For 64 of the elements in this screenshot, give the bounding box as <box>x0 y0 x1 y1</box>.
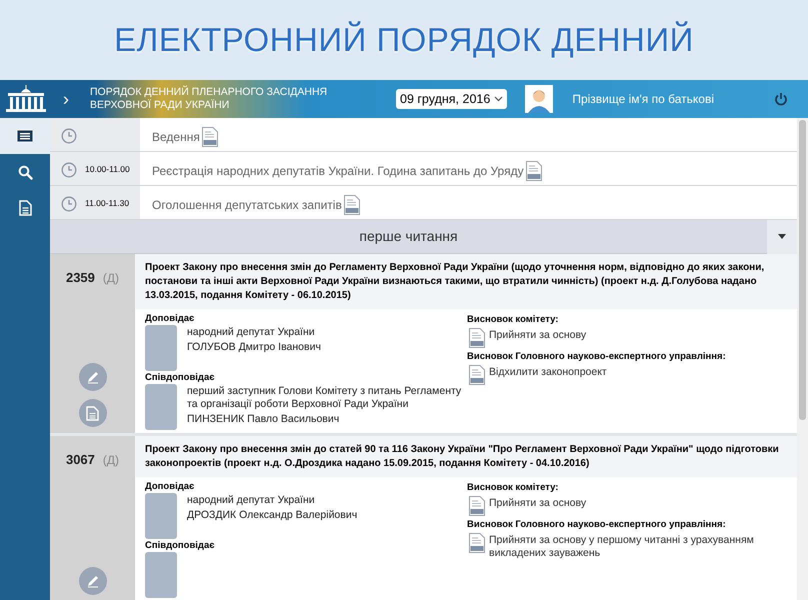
sidebar-tab[interactable] <box>0 118 50 154</box>
edit-button[interactable] <box>78 567 106 595</box>
dropdown-toggle[interactable] <box>767 220 797 254</box>
conclusion-heading: Висновок комітету: <box>467 314 560 326</box>
bill-tag: (Д) <box>102 269 120 287</box>
document-icon <box>86 406 99 420</box>
power-icon[interactable] <box>774 92 788 106</box>
conclusion-heading: Висновок комітету: <box>467 482 560 494</box>
time-range: 10.00-11.00 <box>85 163 130 176</box>
bill-number: 3067 <box>66 451 95 469</box>
chevron-down-icon <box>494 96 504 102</box>
conclusion-text[interactable]: Прийняти за основу <box>489 328 779 348</box>
clock-icon <box>61 162 77 178</box>
photo-placeholder <box>145 384 177 430</box>
speaker-position: народний депутат України <box>187 326 316 339</box>
doc-file-icon[interactable] <box>469 496 485 516</box>
speaker-role: Доповідає <box>145 481 196 493</box>
clock-icon <box>61 196 77 212</box>
speaker-role: Доповідає <box>145 313 196 325</box>
agenda-item-title[interactable]: Оголошення депутатських запитів <box>152 196 342 214</box>
section-title: перше читання <box>358 227 459 246</box>
doc-file-icon[interactable] <box>344 194 360 214</box>
time-range: 11.00-11.30 <box>85 197 130 210</box>
speaker-role: Співдоповідає <box>145 540 216 552</box>
conclusion-heading: Висновок Головного науково-експертного управління: <box>467 519 727 531</box>
bill-number: 2359 <box>66 269 95 287</box>
search-icon <box>18 164 32 180</box>
user-avatar-icon <box>525 85 554 113</box>
photo-placeholder <box>145 325 177 371</box>
doc-file-icon[interactable] <box>469 328 485 348</box>
document-icon <box>18 200 32 216</box>
photo-placeholder <box>145 493 177 539</box>
doc-file-icon[interactable] <box>202 126 218 146</box>
date-dropdown[interactable]: 09 грудня, 2016 <box>396 89 508 109</box>
agenda-item-title[interactable]: Реєстрація народних депутатів України. Година запитань до Уряду <box>152 162 524 180</box>
speaker-role: Співдоповідає <box>145 372 216 384</box>
photo-placeholder <box>145 552 177 598</box>
pencil-icon <box>86 370 100 384</box>
speaker-name: ГОЛУБОВ Дмитро Іванович <box>187 341 322 354</box>
conclusion-text[interactable]: Відхилити законопроект <box>489 365 779 385</box>
document-button[interactable] <box>78 399 106 427</box>
bill-title: Проект Закону про внесення змін до статей 90 та 116 Закону України "Про Регламент Верховної Ради України" щодо підготовки законопроектів (проект н.д. О.Дроздика надано 15.09.2015, подання Комітету - 04.10.2016) <box>145 443 780 471</box>
bill-tag: (Д) <box>102 451 120 469</box>
user-name: Прізвище ім'я по батькові <box>572 91 714 108</box>
conclusion-text[interactable]: Прийняти за основу у першому читанні з урахуванням викладених зауважень <box>489 533 779 560</box>
doc-file-icon[interactable] <box>469 365 485 385</box>
doc-file-icon[interactable] <box>526 160 542 180</box>
caret-down-icon <box>778 234 786 239</box>
scrollbar-thumb[interactable] <box>799 120 806 420</box>
speaker-name: ПИНЗЕНИК Павло Васильович <box>187 413 340 426</box>
conclusion-text[interactable]: Прийняти за основу <box>489 496 779 516</box>
speaker-position: перший заступник Голови Комітету з питань Регламенту та організації роботи Верховної Ради України <box>187 385 462 411</box>
agenda-item-title[interactable]: Ведення <box>152 128 200 146</box>
speaker-position: народний депутат України <box>187 494 316 507</box>
session-title: ПОРЯДОК ДЕННИЙ ПЛЕНАРНОГО ЗАСІДАННЯ ВЕРХОВНОЇ РАДИ УКРАЇНИ <box>90 86 328 112</box>
speaker-name: ДРОЗДИК Олександр Валерійович <box>187 509 358 522</box>
pencil-icon <box>86 574 100 588</box>
list-icon <box>17 130 33 142</box>
expand-arrow[interactable]: › <box>52 90 80 108</box>
conclusion-heading: Висновок Головного науково-експертного управління: <box>467 351 727 363</box>
edit-button[interactable] <box>78 363 106 391</box>
bill-title: Проект Закону про внесення змін до Регламенту Верховної Ради України (щодо уточнення норм, відповідно до яких закони, постанови та інші акти Верховної Ради України визнаються такими, що втратили чинність) (проект н.д. Д.Голубова надано 13.03.2015, подання Комітету - 06.10.2015) <box>145 261 766 303</box>
page-title: ЕЛЕКТРОННИЙ ПОРЯДОК ДЕННИЙ <box>114 20 694 60</box>
clock-icon <box>61 128 77 144</box>
